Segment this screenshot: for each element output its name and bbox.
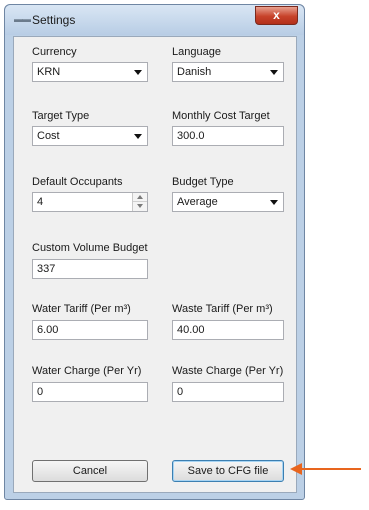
close-button[interactable]: x (255, 6, 298, 25)
annotation-arrow-line (299, 468, 361, 470)
window-title: Settings (32, 13, 76, 27)
settings-window: ▬▬ Settings x Currency KRN Language Dani… (4, 4, 305, 500)
water-charge-input[interactable]: 0 (32, 382, 148, 402)
default-occupants-value: 4 (37, 196, 44, 208)
language-value: Danish (177, 66, 212, 78)
currency-select[interactable]: KRN (32, 62, 148, 82)
save-to-cfg-button[interactable]: Save to CFG file (172, 460, 284, 482)
chevron-down-icon (270, 70, 278, 75)
waste-tariff-input[interactable]: 40.00 (172, 320, 284, 340)
currency-label: Currency (32, 46, 77, 58)
water-tariff-input[interactable]: 6.00 (32, 320, 148, 340)
app-icon: ▬▬ (14, 14, 31, 24)
title-bar[interactable]: ▬▬ Settings x (5, 5, 304, 35)
water-tariff-label: Water Tariff (Per m³) (32, 303, 131, 315)
monthly-cost-target-label: Monthly Cost Target (172, 110, 270, 122)
monthly-cost-target-input[interactable]: 300.0 (172, 126, 284, 146)
annotation-arrow-icon (290, 463, 302, 475)
cancel-button[interactable]: Cancel (32, 460, 148, 482)
language-label: Language (172, 46, 221, 58)
currency-value: KRN (37, 66, 61, 78)
budget-type-label: Budget Type (172, 176, 234, 188)
custom-volume-budget-label: Custom Volume Budget (32, 242, 148, 254)
custom-volume-budget-input[interactable]: 337 (32, 259, 148, 279)
water-charge-label: Water Charge (Per Yr) (32, 365, 142, 377)
waste-tariff-label: Waste Tariff (Per m³) (172, 303, 273, 315)
chevron-down-icon (270, 200, 278, 205)
budget-type-select[interactable]: Average (172, 192, 284, 212)
language-select[interactable]: Danish (172, 62, 284, 82)
spin-up-icon[interactable] (133, 193, 147, 202)
waste-charge-input[interactable]: 0 (172, 382, 284, 402)
budget-type-value: Average (177, 196, 218, 208)
target-type-label: Target Type (32, 110, 90, 122)
default-occupants-stepper[interactable]: 4 (32, 192, 148, 212)
default-occupants-label: Default Occupants (32, 176, 123, 188)
target-type-select[interactable]: Cost (32, 126, 148, 146)
target-type-value: Cost (37, 130, 60, 142)
settings-form: Currency KRN Language Danish Target Type… (13, 36, 297, 493)
spinner (132, 193, 147, 211)
chevron-down-icon (134, 134, 142, 139)
chevron-down-icon (134, 70, 142, 75)
waste-charge-label: Waste Charge (Per Yr) (172, 365, 284, 377)
spin-down-icon[interactable] (133, 202, 147, 211)
